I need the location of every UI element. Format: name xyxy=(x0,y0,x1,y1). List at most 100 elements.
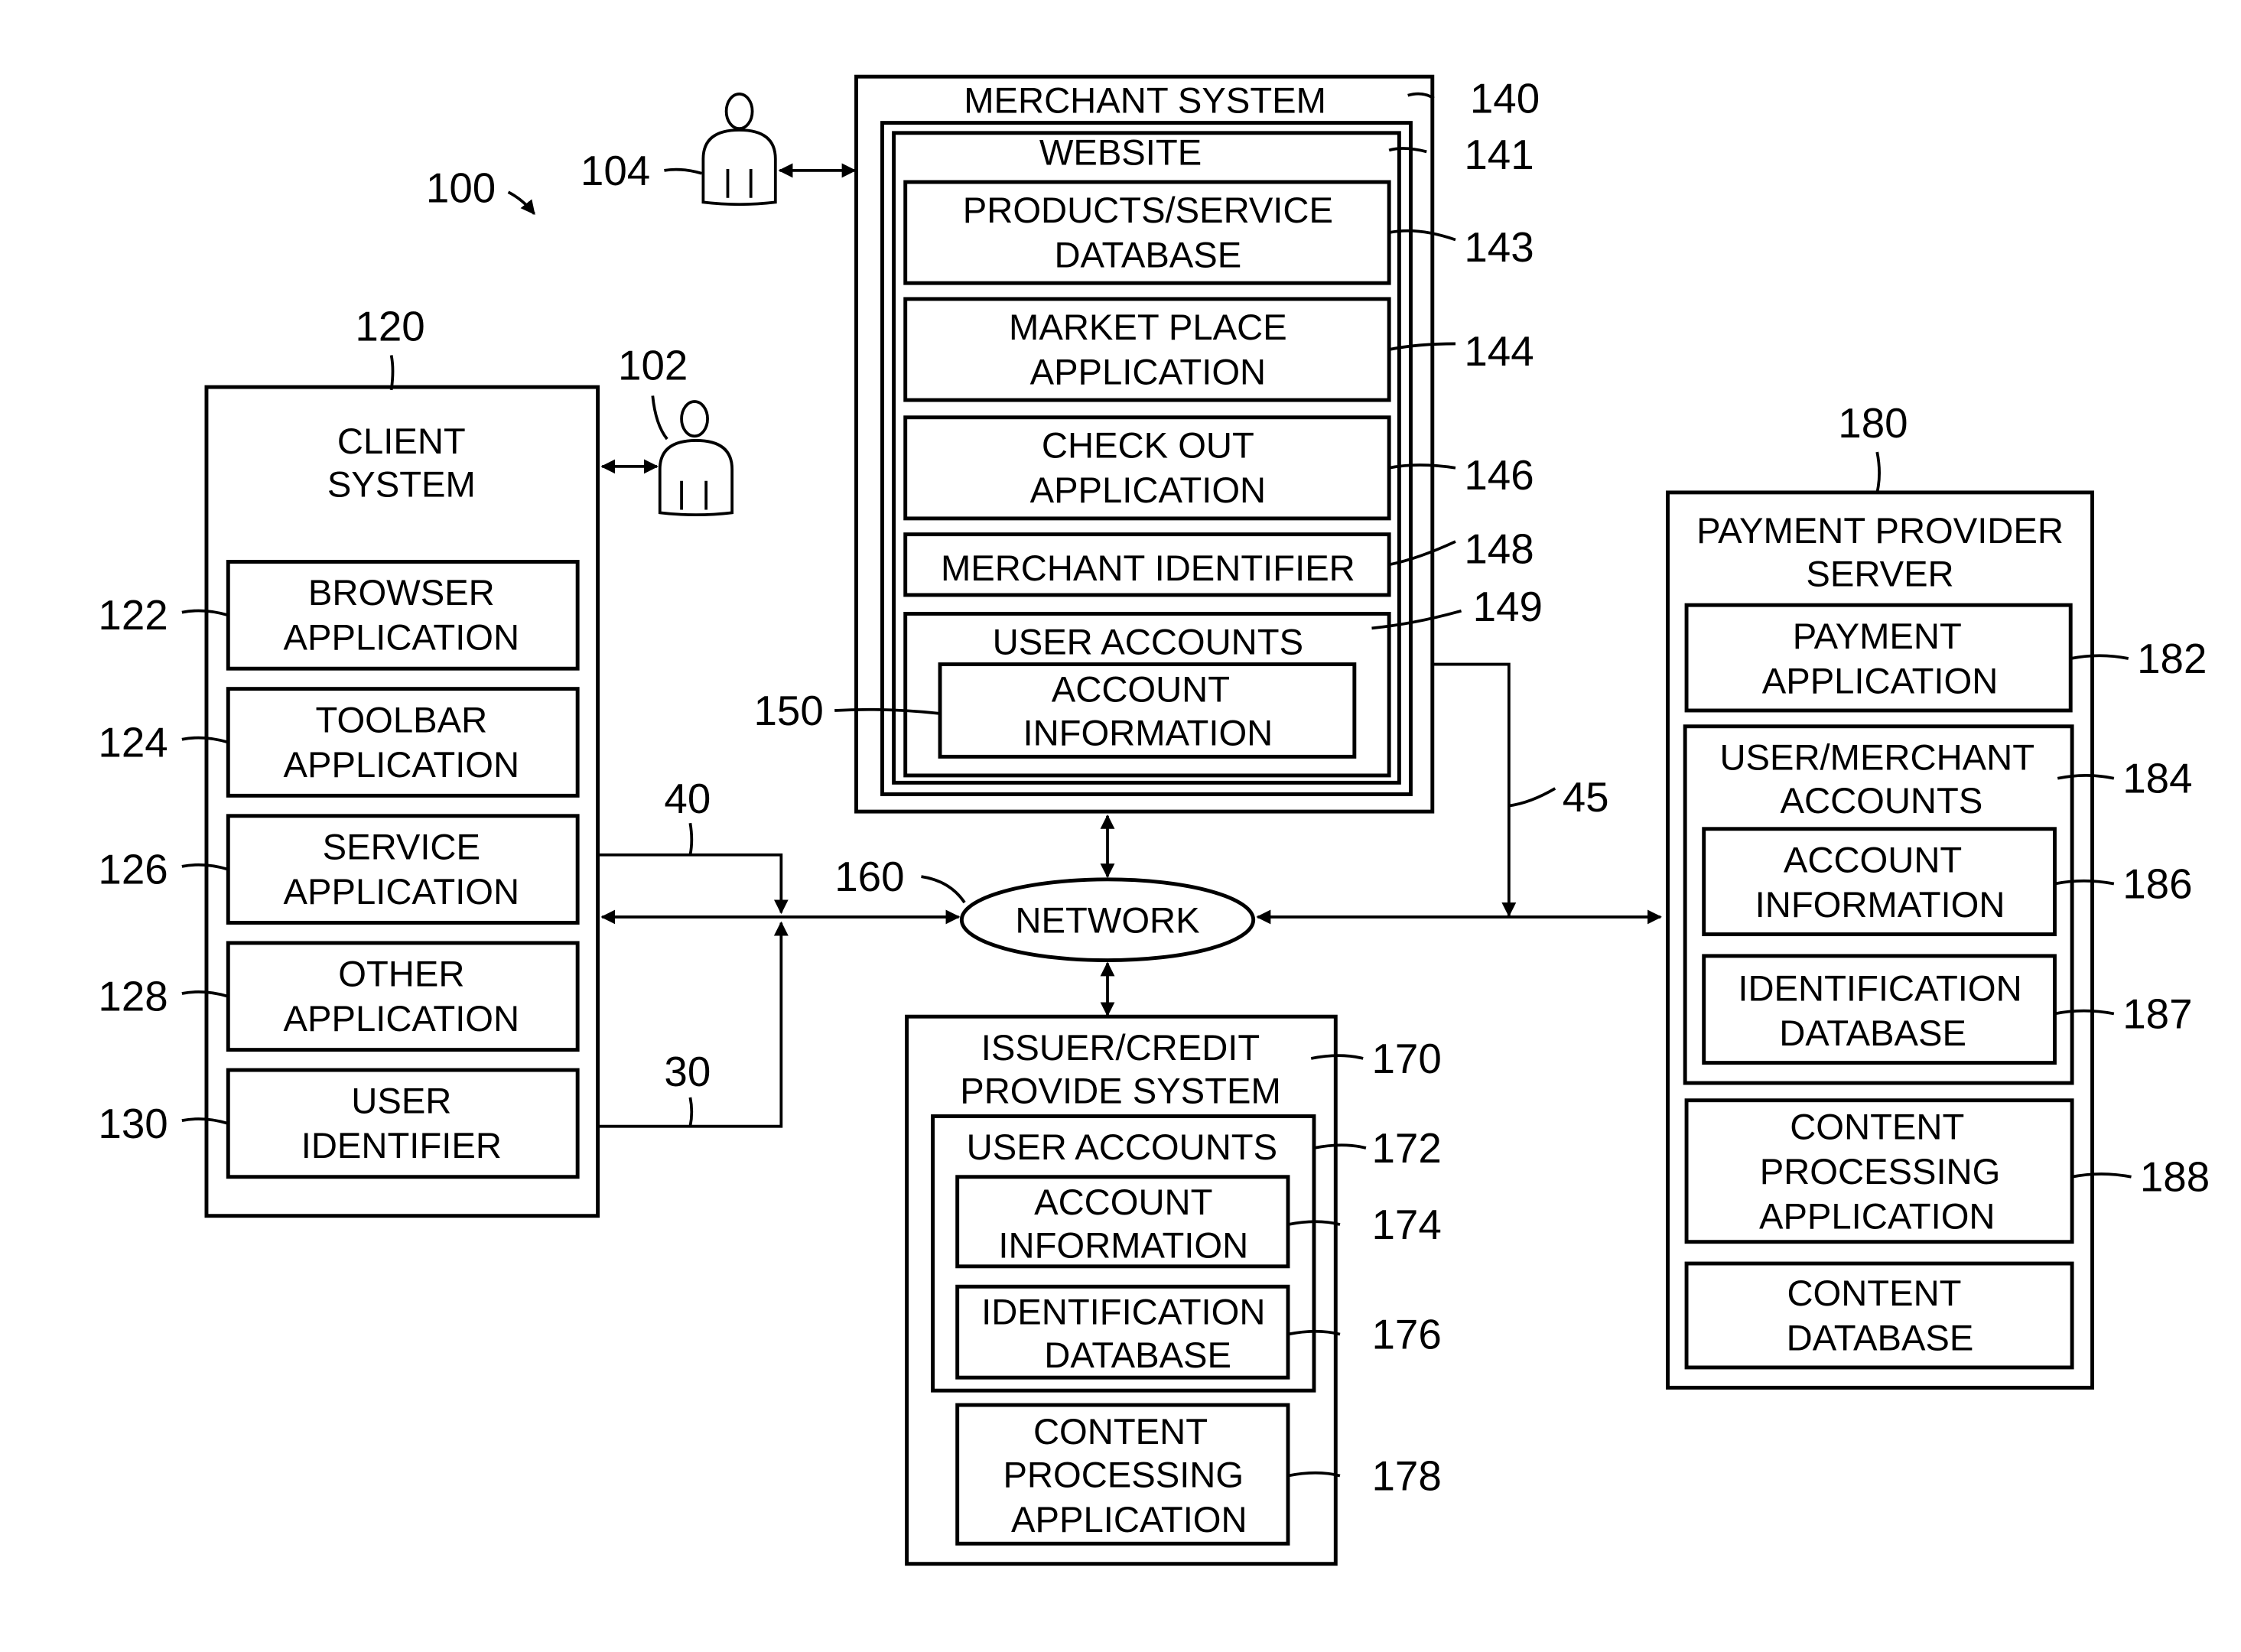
issuer-title-1: ISSUER/CREDIT xyxy=(981,1028,1260,1068)
issuer-title-2: PROVIDE SYSTEM xyxy=(960,1071,1281,1111)
content-db-line: CONTENT xyxy=(1787,1273,1961,1314)
user-102-ref: 102 xyxy=(618,342,688,389)
client-item-line: OTHER xyxy=(338,954,464,995)
issuer-content-line: CONTENT xyxy=(1033,1412,1208,1452)
issuer-ref: 172 xyxy=(1371,1124,1441,1172)
figure-ref-arrow xyxy=(507,190,535,216)
issuer-ref: 170 xyxy=(1371,1035,1441,1082)
leader xyxy=(688,822,694,856)
leader xyxy=(2071,1172,2132,1179)
client-item-line: TOOLBAR xyxy=(316,700,488,740)
leader xyxy=(651,395,668,441)
leader xyxy=(389,355,395,391)
merchant-item-ref: 144 xyxy=(1464,327,1534,375)
payment-id-db-line: DATABASE xyxy=(1779,1013,1966,1054)
link-30 xyxy=(599,921,789,1128)
merchant-item-line: MERCHANT IDENTIFIER xyxy=(941,548,1355,589)
user-104-ref: 104 xyxy=(581,147,650,194)
account-info-line: INFORMATION xyxy=(1023,713,1273,753)
um-accounts-line: ACCOUNTS xyxy=(1781,781,1983,821)
client-item-line: BROWSER xyxy=(308,573,495,613)
payment-id-db-line: IDENTIFICATION xyxy=(1738,968,2021,1009)
payment-ref: 180 xyxy=(1838,399,1908,447)
payment-content-line: CONTENT xyxy=(1790,1107,1964,1148)
issuer-account-info-line: INFORMATION xyxy=(998,1225,1248,1266)
payment-account-info-line: INFORMATION xyxy=(1755,885,2005,925)
merchant-item-line: PRODUCTS/SERVICE xyxy=(963,190,1333,231)
link-45-ref: 45 xyxy=(1563,773,1609,821)
link-40 xyxy=(599,853,789,915)
content-db-line: DATABASE xyxy=(1787,1318,1974,1358)
leader xyxy=(1313,1143,1367,1150)
payment-title-2: SERVER xyxy=(1806,554,1953,595)
user-accounts-title: USER ACCOUNTS xyxy=(993,622,1303,662)
issuer-account-info-line: ACCOUNT xyxy=(1034,1182,1212,1223)
client-title-2: SYSTEM xyxy=(327,465,476,506)
leader xyxy=(2070,654,2129,660)
leader xyxy=(1287,1471,1341,1478)
issuer-content-line: APPLICATION xyxy=(1011,1500,1247,1540)
merchant-item-line: DATABASE xyxy=(1054,235,1241,275)
client-item-ref: 126 xyxy=(98,846,168,893)
merchant-item-line: CHECK OUT xyxy=(1042,426,1254,467)
client-ref: 120 xyxy=(355,303,424,350)
issuer-ref: 178 xyxy=(1371,1452,1441,1499)
client-item-ref: 124 xyxy=(98,718,168,766)
user-102-icon xyxy=(658,400,734,517)
network-ref: 160 xyxy=(834,853,904,900)
um-accounts-line: USER/MERCHANT xyxy=(1719,737,2034,778)
leader xyxy=(664,167,703,175)
payment-account-info-line: ACCOUNT xyxy=(1784,840,1962,880)
issuer-ref: 176 xyxy=(1371,1310,1441,1358)
payment-content-line: APPLICATION xyxy=(1759,1197,1995,1237)
system-diagram: 100 104 102 120 CLIENT SYSTEM BROWSER APP… xyxy=(98,74,2210,1566)
payment-item-ref: 188 xyxy=(2140,1153,2210,1201)
payment-item-ref: 182 xyxy=(2137,635,2207,682)
payment-item-ref: 186 xyxy=(2122,860,2192,907)
leader xyxy=(2054,879,2115,886)
leader xyxy=(834,707,939,715)
account-info-line: ACCOUNT xyxy=(1052,670,1230,711)
merchant-item-line: APPLICATION xyxy=(1030,470,1267,511)
website-title: WEBSITE xyxy=(1039,132,1202,173)
leader xyxy=(921,875,966,904)
merchant-item-ref: 146 xyxy=(1464,451,1534,499)
issuer-ref: 174 xyxy=(1371,1201,1441,1248)
issuer-content-line: PROCESSING xyxy=(1003,1455,1244,1496)
merchant-ref: 140 xyxy=(1470,74,1540,122)
leader xyxy=(2054,1009,2115,1016)
client-item-line: IDENTIFIER xyxy=(301,1126,502,1166)
merchant-title: MERCHANT SYSTEM xyxy=(964,80,1326,121)
leader xyxy=(2057,774,2115,780)
leader xyxy=(1388,463,1456,470)
link-45 xyxy=(1433,662,1517,917)
user-104-icon xyxy=(701,92,777,206)
account-info-ref: 150 xyxy=(753,687,823,734)
merchant-item-ref: 148 xyxy=(1464,525,1534,572)
website-ref: 141 xyxy=(1464,131,1534,178)
leader xyxy=(1388,147,1427,154)
merchant-item-line: APPLICATION xyxy=(1030,352,1267,392)
leader xyxy=(1407,92,1435,100)
link-30-ref: 30 xyxy=(664,1048,711,1095)
issuer-id-db-line: IDENTIFICATION xyxy=(981,1292,1265,1332)
client-item-line: APPLICATION xyxy=(284,872,520,912)
client-item-ref: 122 xyxy=(98,591,168,639)
client-item-ref: 128 xyxy=(98,973,168,1020)
payment-item-ref: 187 xyxy=(2122,990,2192,1037)
client-title-1: CLIENT xyxy=(337,421,466,462)
user-accounts-ref: 149 xyxy=(1473,583,1543,630)
leader xyxy=(1875,451,1881,493)
client-item-line: APPLICATION xyxy=(284,618,520,659)
issuer-id-db-line: DATABASE xyxy=(1044,1335,1231,1376)
client-item-line: APPLICATION xyxy=(284,745,520,785)
client-item-line: APPLICATION xyxy=(284,999,520,1039)
figure-ref: 100 xyxy=(426,164,496,211)
network-label: NETWORK xyxy=(1015,901,1199,941)
client-item-ref: 130 xyxy=(98,1100,168,1147)
link-40-ref: 40 xyxy=(664,775,711,822)
payment-title-1: PAYMENT PROVIDER xyxy=(1696,511,2064,551)
payment-item-ref: 184 xyxy=(2122,755,2192,802)
payment-content-line: PROCESSING xyxy=(1760,1152,2001,1192)
client-item-line: USER xyxy=(351,1081,451,1122)
